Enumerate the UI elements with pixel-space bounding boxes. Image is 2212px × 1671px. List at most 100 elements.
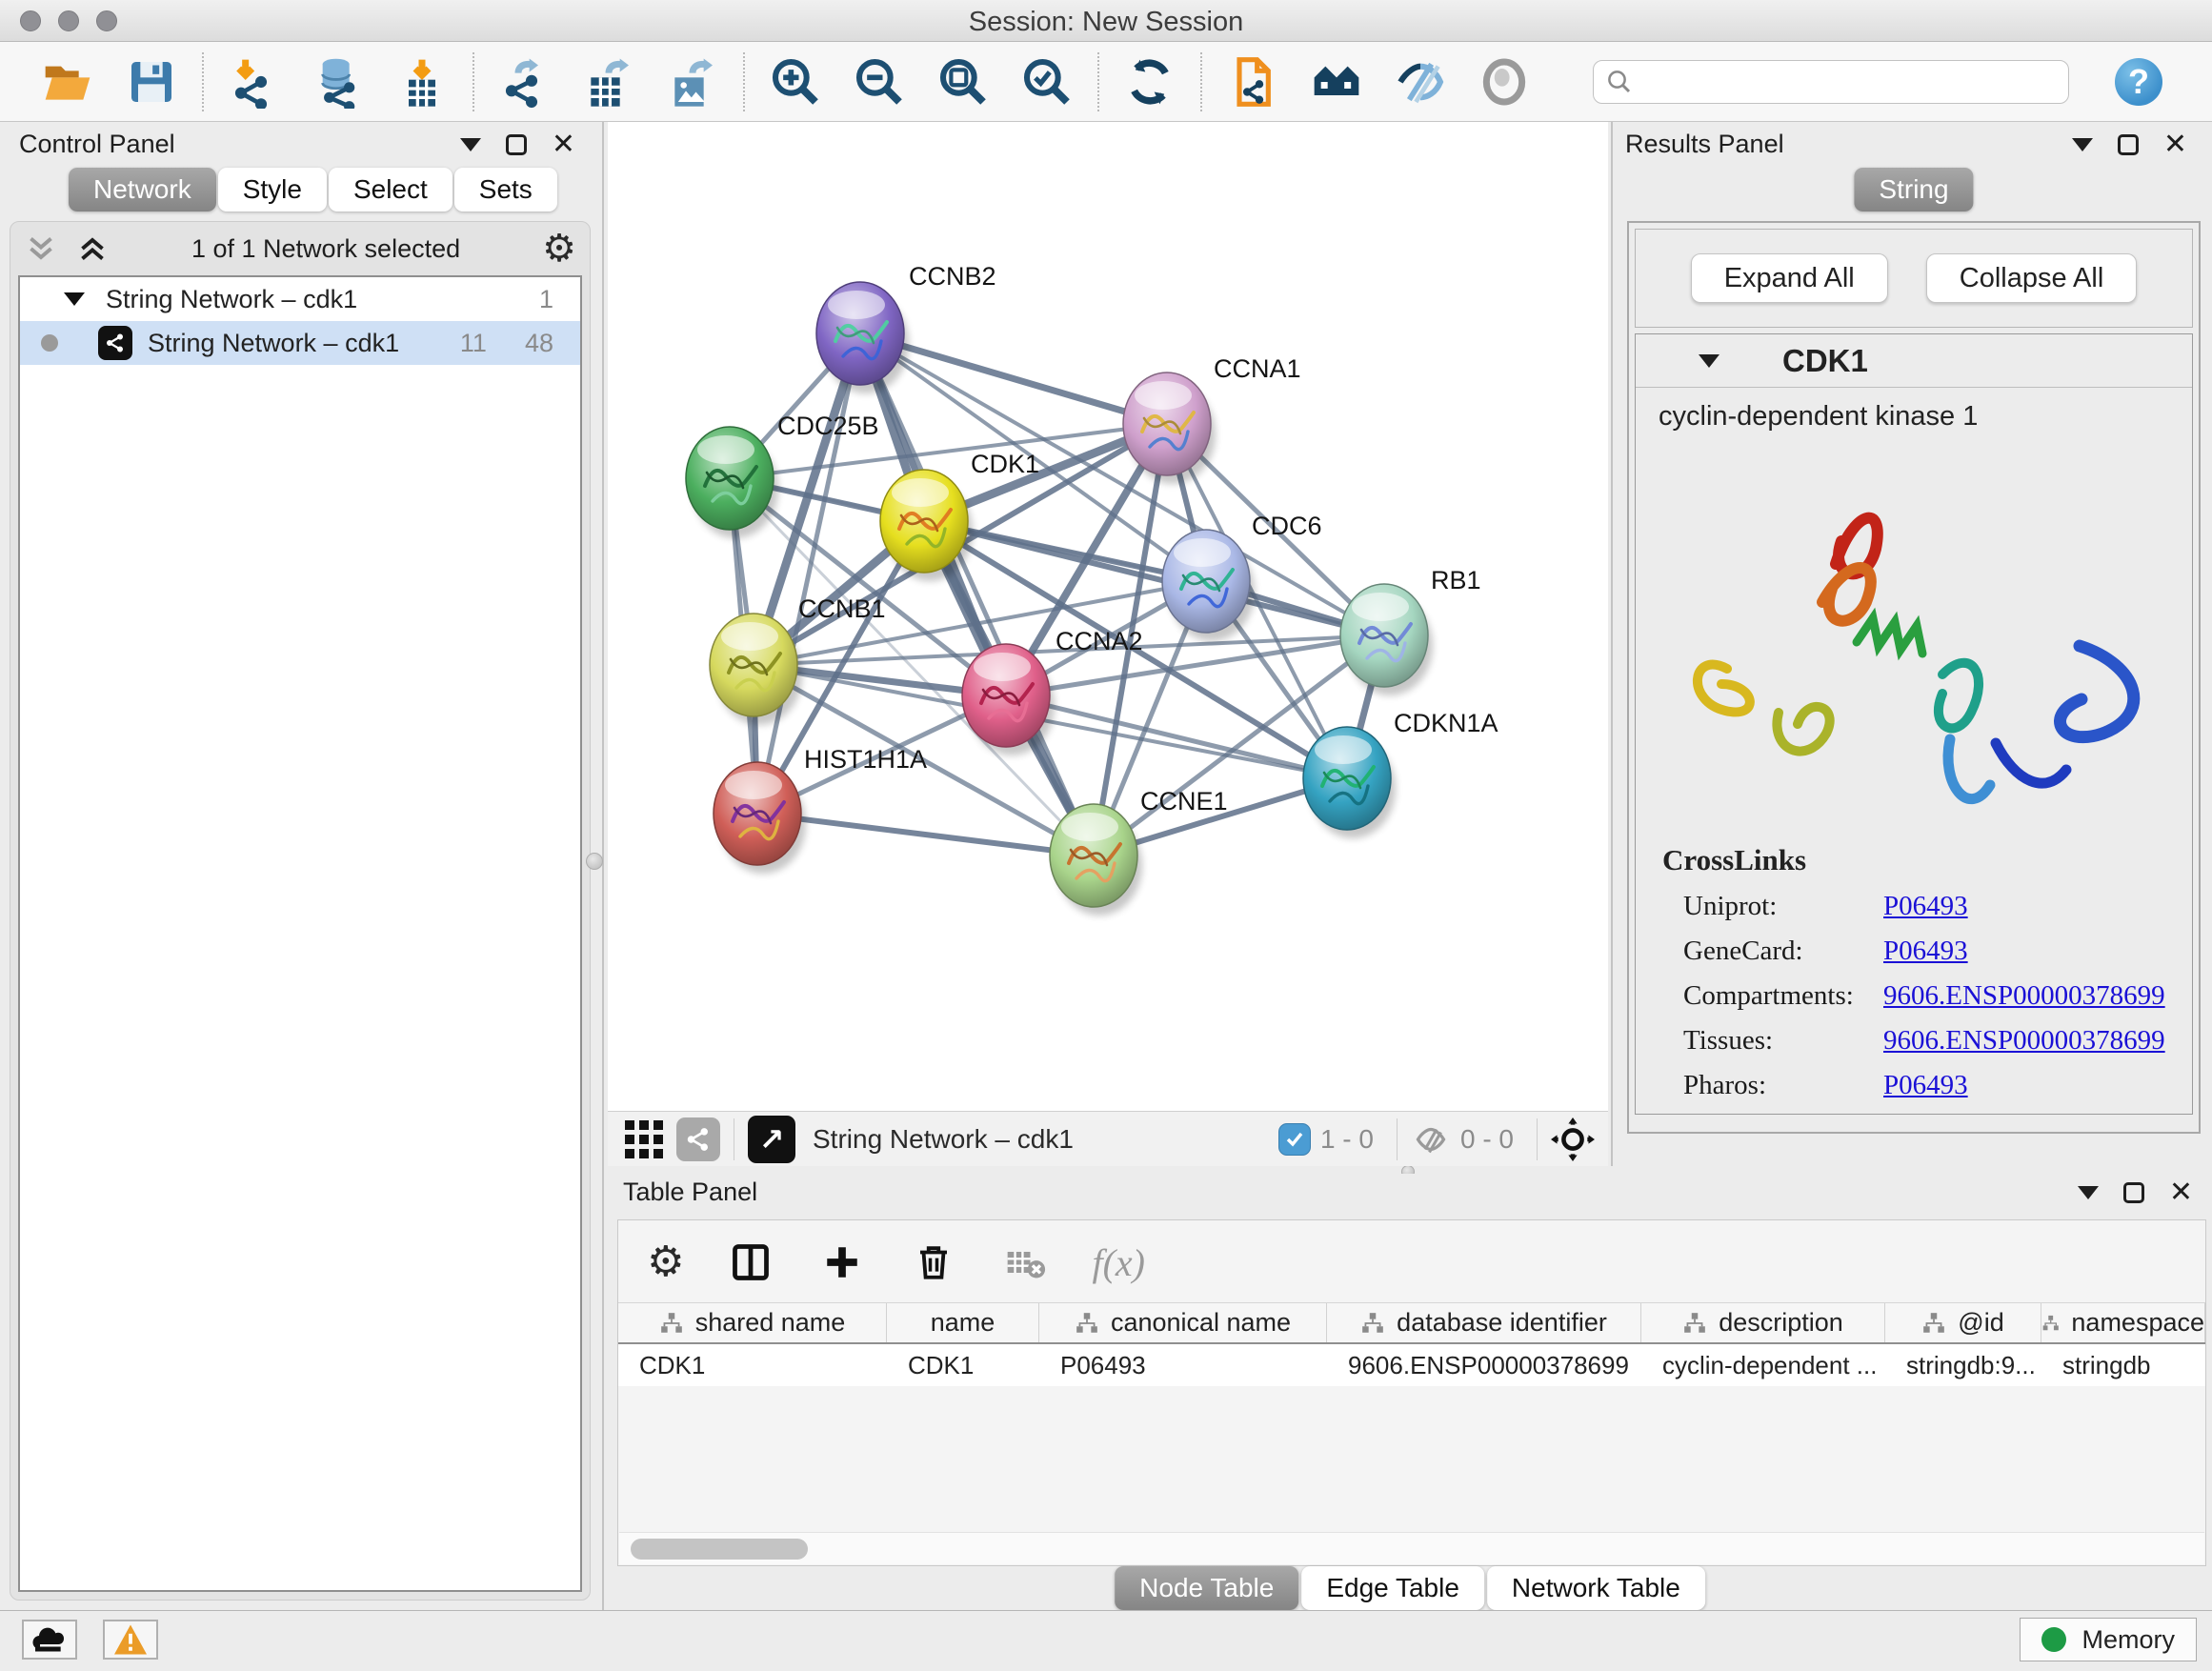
function-builder-icon[interactable]: f(x)	[1092, 1240, 1145, 1285]
network-node-CCNA2[interactable]	[962, 644, 1055, 755]
warnings-button[interactable]	[103, 1620, 158, 1660]
import-network-from-file-button[interactable]	[225, 52, 284, 111]
network-canvas[interactable]: CCNB2CCNA1CDC25BCDK1CDC6RB1CCNB1CCNA2CDK…	[608, 122, 1608, 1111]
edge-CCNB2-HIST1H1A[interactable]	[757, 333, 860, 814]
selected-nodes-checkbox[interactable]	[1278, 1123, 1311, 1156]
network-node-CDK1[interactable]	[880, 470, 973, 581]
left-splitter[interactable]	[602, 122, 604, 1610]
expand-all-button[interactable]: Expand All	[1691, 253, 1888, 303]
network-node-CDKN1A[interactable]	[1303, 727, 1396, 838]
tab-select[interactable]: Select	[329, 168, 452, 211]
network-node-CCNE1[interactable]	[1050, 804, 1142, 916]
import-network-from-database-button[interactable]	[309, 52, 368, 111]
control-panel-close-icon[interactable]: ✕	[552, 134, 575, 155]
show-all-button[interactable]	[1475, 52, 1534, 111]
table-horizontal-scrollbar[interactable]	[619, 1532, 2204, 1564]
results-panel-close-icon[interactable]: ✕	[2163, 134, 2187, 155]
collapse-entry-icon[interactable]	[1699, 354, 1719, 368]
search-input[interactable]	[1634, 63, 2057, 101]
network-row-selected[interactable]: String Network – cdk1 11 48	[20, 321, 580, 365]
results-panel-menu-icon[interactable]	[2072, 138, 2093, 151]
table-panel-menu-icon[interactable]	[2078, 1186, 2099, 1199]
table-cell[interactable]: cyclin-dependent ...	[1641, 1344, 1885, 1386]
tab-network-table[interactable]: Network Table	[1487, 1566, 1705, 1610]
column-header-description[interactable]: description	[1641, 1303, 1885, 1342]
network-collection-row[interactable]: String Network – cdk1 1	[20, 277, 580, 321]
network-options-gear-icon[interactable]: ⚙	[542, 230, 576, 268]
cloud-status-button[interactable]	[22, 1620, 77, 1660]
table-cell[interactable]: CDK1	[887, 1344, 1039, 1386]
export-network-button[interactable]	[495, 52, 554, 111]
zoom-fit-button[interactable]	[934, 52, 993, 111]
crosslink-link[interactable]: 9606.ENSP00000378699	[1883, 980, 2165, 1012]
expand-all-icon[interactable]	[75, 234, 110, 263]
string-home-button[interactable]	[1307, 52, 1366, 111]
tab-edge-table[interactable]: Edge Table	[1301, 1566, 1484, 1610]
network-node-CDC6[interactable]	[1162, 530, 1255, 641]
save-session-button[interactable]	[122, 52, 181, 111]
import-table-from-file-button[interactable]	[392, 52, 452, 111]
table-cell[interactable]: stringdb:9...	[1885, 1344, 2041, 1386]
network-node-CDC25B[interactable]	[686, 427, 778, 538]
delete-column-trash-icon[interactable]	[909, 1238, 958, 1287]
right-splitter[interactable]	[1611, 122, 1613, 1166]
delete-table-icon[interactable]	[1000, 1238, 1050, 1287]
network-node-RB1[interactable]	[1340, 584, 1433, 695]
table-row[interactable]: CDK1CDK1P064939606.ENSP00000378699cyclin…	[618, 1344, 2205, 1386]
crosslink-link[interactable]: P06493	[1883, 936, 1968, 967]
table-cell[interactable]: 9606.ENSP00000378699	[1327, 1344, 1641, 1386]
crosslink-link[interactable]: P06493	[1883, 1070, 1968, 1101]
export-table-button[interactable]	[579, 52, 638, 111]
birdseye-view-icon[interactable]: ↗	[748, 1116, 795, 1163]
export-table-icon	[582, 55, 635, 109]
hidden-eye-icon[interactable]	[1411, 1122, 1451, 1157]
string-document-button[interactable]	[1223, 52, 1282, 111]
control-panel-float-icon[interactable]	[506, 134, 527, 155]
help-button[interactable]: ?	[2115, 58, 2162, 106]
collapse-all-button[interactable]: Collapse All	[1926, 253, 2138, 303]
table-cell[interactable]: CDK1	[618, 1344, 887, 1386]
scrollbar-thumb[interactable]	[631, 1539, 808, 1560]
open-session-button[interactable]	[38, 52, 97, 111]
column-header-namespace[interactable]: namespace	[2041, 1303, 2205, 1342]
table-panel-close-icon[interactable]: ✕	[2169, 1182, 2193, 1203]
zoom-selected-button[interactable]	[1017, 52, 1076, 111]
column-header-canonicalname[interactable]: canonical name	[1039, 1303, 1327, 1342]
refresh-view-button[interactable]	[1120, 52, 1179, 111]
tab-style[interactable]: Style	[218, 168, 327, 211]
tab-sets[interactable]: Sets	[454, 168, 557, 211]
network-node-HIST1H1A[interactable]	[714, 762, 806, 874]
column-header-sharedname[interactable]: shared name	[618, 1303, 887, 1342]
node-details-header[interactable]: CDK1	[1636, 334, 2192, 388]
left-splitter-handle[interactable]	[586, 853, 603, 870]
hide-selected-button[interactable]	[1391, 52, 1450, 111]
table-cell[interactable]: P06493	[1039, 1344, 1327, 1386]
collapse-all-icon[interactable]	[24, 234, 58, 263]
edge-HIST1H1A-CCNE1[interactable]	[757, 814, 1094, 856]
memory-button[interactable]: Memory	[2020, 1618, 2197, 1661]
export-image-button[interactable]	[663, 52, 722, 111]
control-panel-menu-icon[interactable]	[460, 138, 481, 151]
column-header-databaseidentifier[interactable]: database identifier	[1327, 1303, 1641, 1342]
tab-node-table[interactable]: Node Table	[1115, 1566, 1298, 1610]
search-field[interactable]	[1593, 60, 2069, 104]
add-column-icon[interactable]	[817, 1238, 867, 1287]
zoom-out-button[interactable]	[850, 52, 909, 111]
tab-network[interactable]: Network	[69, 168, 216, 211]
crosslink-link[interactable]: 9606.ENSP00000378699	[1883, 1025, 2165, 1057]
tab-string[interactable]: String	[1854, 168, 1973, 211]
column-header-name[interactable]: name	[887, 1303, 1039, 1342]
table-options-gear-icon[interactable]: ⚙	[647, 1243, 684, 1281]
show-columns-icon[interactable]	[726, 1238, 775, 1287]
column-header-id[interactable]: @id	[1885, 1303, 2041, 1342]
share-view-icon[interactable]	[676, 1117, 720, 1161]
network-node-CCNB2[interactable]	[816, 282, 909, 393]
zoom-in-button[interactable]	[766, 52, 825, 111]
view-grid-icon[interactable]	[621, 1117, 667, 1162]
table-panel-float-icon[interactable]	[2123, 1182, 2144, 1203]
results-panel-float-icon[interactable]	[2118, 134, 2139, 155]
collection-expander-icon[interactable]	[64, 292, 85, 306]
crosslink-link[interactable]: P06493	[1883, 891, 1968, 922]
table-cell[interactable]: stringdb	[2041, 1344, 2205, 1386]
fit-crosshair-icon[interactable]	[1551, 1117, 1595, 1161]
